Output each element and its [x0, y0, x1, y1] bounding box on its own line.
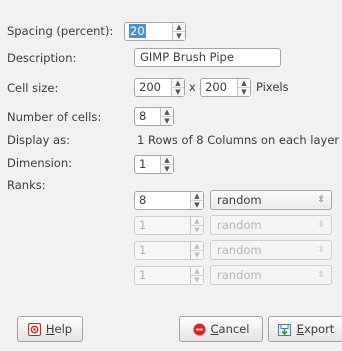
rank-1-value[interactable]: 8: [135, 192, 190, 209]
chevron-down-icon[interactable]: ▼: [172, 87, 184, 96]
rank-4-spinbutton: 1 ▲ ▼: [134, 266, 204, 285]
combo-arrows-icon: ⇳: [317, 195, 325, 205]
ranks-label: Ranks:: [7, 178, 46, 192]
chevron-down-icon[interactable]: ▼: [161, 116, 173, 125]
description-field[interactable]: GIMP Brush Pipe: [134, 48, 281, 67]
cell-height-value[interactable]: 200: [201, 79, 237, 96]
export-label: Export: [296, 322, 335, 336]
rank-1-spin-arrows[interactable]: ▲ ▼: [190, 192, 203, 209]
chevron-up-icon[interactable]: ▲: [172, 79, 184, 87]
cell-unit-label: Pixels: [256, 80, 289, 94]
combo-arrows-icon: ⇳: [317, 220, 325, 230]
cell-height-spinbutton[interactable]: 200 ▲ ▼: [200, 78, 251, 97]
rank-1-mode-label: random: [217, 193, 262, 207]
chevron-up-icon: ▲: [194, 216, 200, 225]
spacing-value[interactable]: 20: [125, 23, 172, 40]
chevron-up-icon: ▲: [194, 241, 200, 250]
rank-3-spinbutton: 1 ▲ ▼: [134, 241, 204, 260]
chevron-up-icon[interactable]: ▲: [161, 156, 173, 164]
display-as-value: 1 Rows of 8 Columns on each layer: [137, 133, 340, 147]
rank-2-value: 1: [139, 218, 147, 232]
rank-3-mode-label: random: [217, 243, 262, 257]
rank-3-spin-arrows: ▲ ▼: [190, 242, 203, 259]
rank-3-value: 1: [139, 243, 147, 257]
dimension-label: Dimension:: [7, 156, 73, 170]
chevron-down-icon[interactable]: ▼: [161, 164, 173, 173]
cell-width-value[interactable]: 200: [135, 79, 171, 96]
number-of-cells-label: Number of cells:: [7, 110, 102, 124]
chevron-up-icon[interactable]: ▲: [161, 108, 173, 116]
rank-2-spin-arrows: ▲ ▼: [190, 217, 203, 234]
chevron-down-icon: ▼: [191, 275, 203, 284]
chevron-down-icon[interactable]: ▼: [173, 31, 185, 40]
display-as-label: Display as:: [7, 133, 70, 147]
cell-width-spinbutton[interactable]: 200 ▲ ▼: [134, 78, 185, 97]
cell-width-spin-arrows[interactable]: ▲ ▼: [171, 79, 184, 96]
rank-4-spin-arrows: ▲ ▼: [190, 267, 203, 284]
help-button[interactable]: Help: [17, 316, 83, 342]
dimension-spinbutton[interactable]: 1 ▲ ▼: [134, 155, 174, 174]
export-button[interactable]: Export: [268, 316, 342, 342]
help-label: Help: [45, 322, 73, 336]
chevron-up-icon: ▲: [194, 266, 200, 275]
spacing-label: Spacing (percent):: [7, 24, 114, 38]
combo-arrows-icon: ⇳: [317, 245, 325, 255]
rank-2-mode-select: random ⇳: [210, 215, 332, 235]
rank-4-mode-select: random ⇳: [210, 265, 332, 285]
number-of-cells-value[interactable]: 8: [135, 108, 160, 125]
cancel-label: Cancel: [210, 322, 250, 336]
chevron-up-icon[interactable]: ▲: [238, 79, 250, 87]
rank-4-mode-label: random: [217, 268, 262, 282]
cancel-button[interactable]: Cancel: [179, 316, 263, 342]
rank-2-spinbutton: 1 ▲ ▼: [134, 216, 204, 235]
rank-4-value: 1: [139, 268, 147, 282]
cell-size-label: Cell size:: [7, 81, 59, 95]
rank-1-spinbutton[interactable]: 8 ▲ ▼: [134, 191, 204, 210]
help-icon: [27, 322, 41, 336]
spacing-spinbutton[interactable]: 20 ▲ ▼: [124, 22, 186, 41]
number-of-cells-spin-arrows[interactable]: ▲ ▼: [160, 108, 173, 125]
rank-2-mode-label: random: [217, 218, 262, 232]
chevron-down-icon: ▼: [191, 250, 203, 259]
cancel-icon: [193, 323, 206, 336]
number-of-cells-spinbutton[interactable]: 8 ▲ ▼: [134, 107, 174, 126]
export-icon: [277, 322, 292, 337]
dimension-value[interactable]: 1: [135, 156, 160, 173]
cell-height-spin-arrows[interactable]: ▲ ▼: [237, 79, 250, 96]
chevron-down-icon: ▼: [191, 225, 203, 234]
rank-1-mode-select[interactable]: random ⇳: [210, 190, 332, 210]
description-label: Description:: [7, 51, 77, 65]
rank-3-mode-select: random ⇳: [210, 240, 332, 260]
spacing-spin-arrows[interactable]: ▲ ▼: [172, 23, 185, 40]
dimension-spin-arrows[interactable]: ▲ ▼: [160, 156, 173, 173]
chevron-up-icon[interactable]: ▲: [173, 23, 185, 31]
chevron-down-icon[interactable]: ▼: [191, 200, 203, 209]
cell-size-separator: x: [189, 80, 196, 94]
chevron-up-icon[interactable]: ▲: [191, 192, 203, 200]
combo-arrows-icon: ⇳: [317, 270, 325, 280]
chevron-down-icon[interactable]: ▼: [238, 87, 250, 96]
